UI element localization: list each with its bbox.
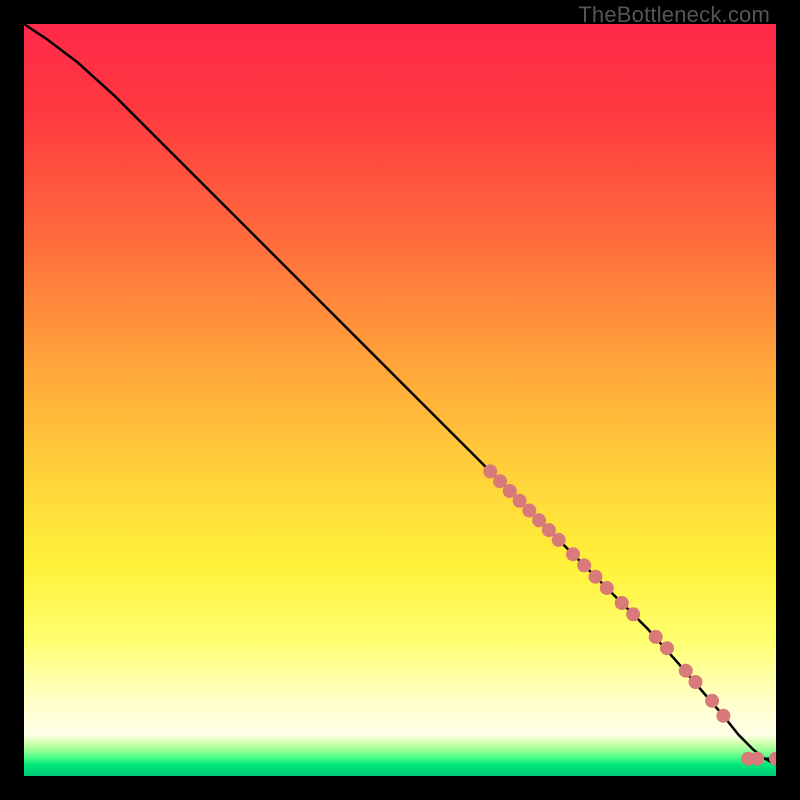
data-point <box>626 607 640 621</box>
data-point <box>552 533 566 547</box>
data-point <box>589 570 603 584</box>
data-point <box>679 664 693 678</box>
data-point <box>705 694 719 708</box>
data-point <box>716 709 730 723</box>
data-point <box>615 596 629 610</box>
data-point <box>649 630 663 644</box>
chart-canvas <box>24 24 776 776</box>
data-point <box>689 675 703 689</box>
data-point <box>566 547 580 561</box>
data-point <box>660 641 674 655</box>
data-point <box>750 752 764 766</box>
chart-frame <box>24 24 776 776</box>
gradient-background <box>24 24 776 776</box>
data-point <box>577 558 591 572</box>
data-point <box>600 581 614 595</box>
